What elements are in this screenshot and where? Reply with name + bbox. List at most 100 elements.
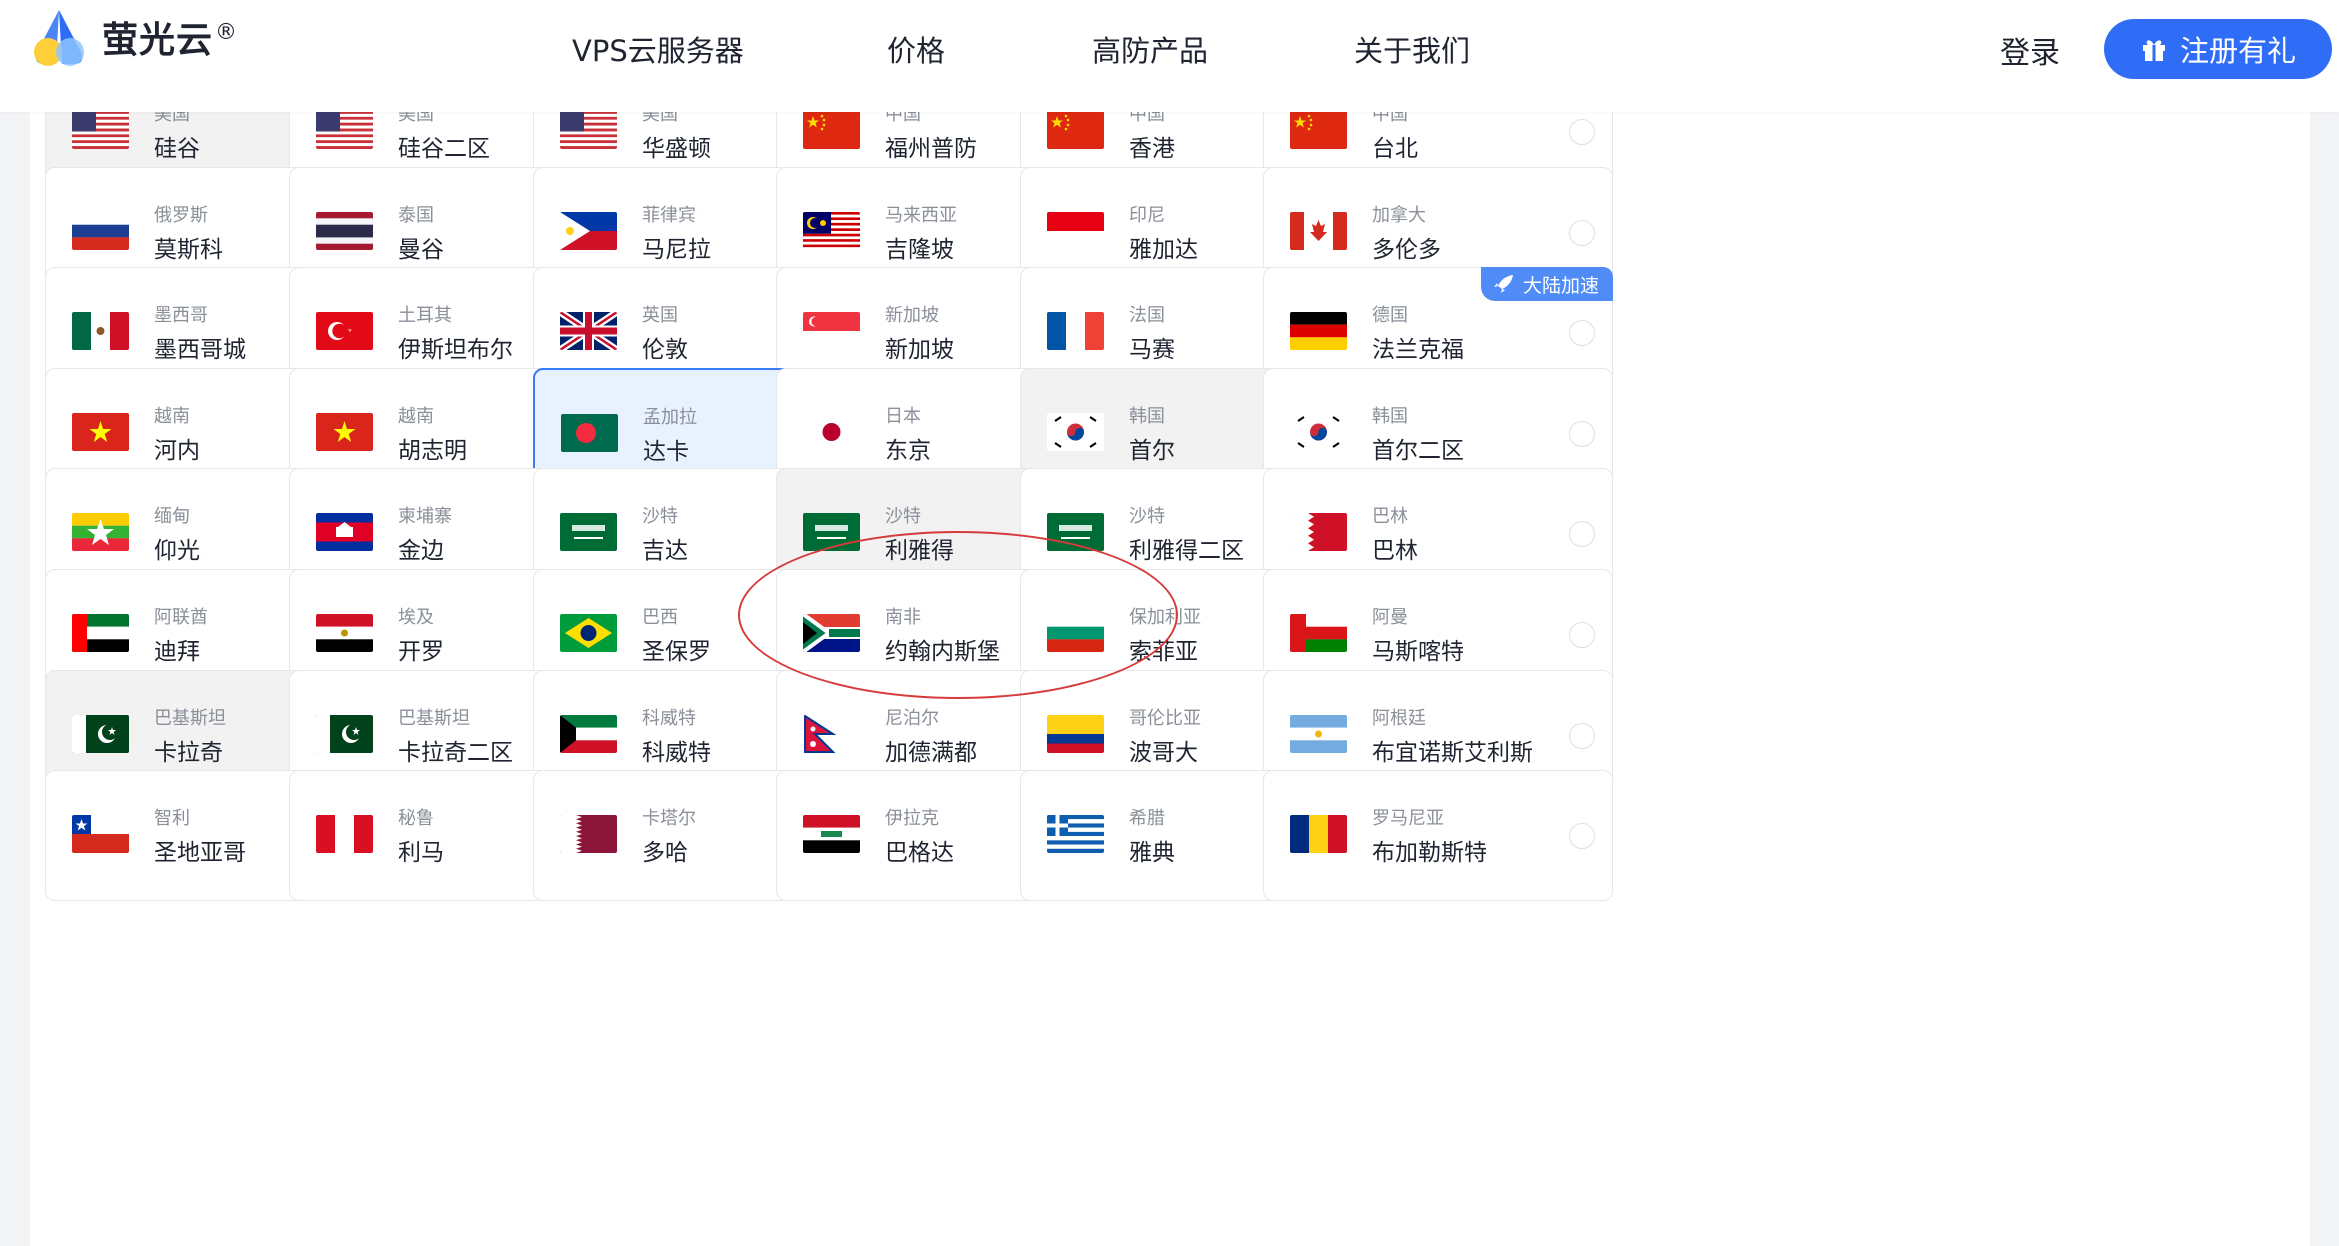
location-city: 墨西哥城 — [154, 337, 246, 363]
location-city: 马赛 — [1129, 337, 1175, 363]
flag-ca-icon — [1290, 212, 1347, 250]
location-country: 墨西哥 — [154, 305, 208, 326]
location-country: 中国 — [1372, 112, 1408, 125]
location-country: 罗马尼亚 — [1372, 808, 1444, 829]
location-city: 法兰克福 — [1372, 337, 1464, 363]
location-country: 越南 — [398, 406, 434, 427]
location-radio[interactable] — [1569, 119, 1595, 145]
location-country: 保加利亚 — [1129, 607, 1201, 628]
location-city: 东京 — [885, 438, 931, 464]
location-badge-speed: 大陆加速 — [1480, 267, 1613, 301]
location-country: 卡塔尔 — [642, 808, 696, 829]
register-button[interactable]: 注册有礼 — [2104, 19, 2332, 79]
nav-about[interactable]: 关于我们 — [1354, 28, 1470, 70]
flag-gr-icon — [1047, 815, 1104, 853]
location-country: 英国 — [642, 305, 678, 326]
location-country: 埃及 — [398, 607, 434, 628]
location-city: 吉达 — [642, 538, 688, 564]
location-city: 河内 — [154, 438, 200, 464]
location-city: 曼谷 — [398, 237, 444, 263]
location-country: 秘鲁 — [398, 808, 434, 829]
flag-br-icon — [560, 614, 617, 652]
flag-ru-icon — [72, 212, 129, 250]
location-country: 哥伦比亚 — [1129, 708, 1201, 729]
location-city: 雅典 — [1129, 840, 1175, 866]
location-country: 日本 — [885, 406, 921, 427]
location-country: 越南 — [154, 406, 190, 427]
flag-th-icon — [316, 212, 373, 250]
location-city: 雅加达 — [1129, 237, 1198, 263]
location-city: 仰光 — [154, 538, 200, 564]
location-country: 南非 — [885, 607, 921, 628]
flag-kh-icon — [316, 513, 373, 551]
flag-kr-icon — [1047, 413, 1104, 451]
location-city: 吉隆坡 — [885, 237, 954, 263]
location-country: 菲律宾 — [642, 205, 696, 226]
location-city: 马尼拉 — [642, 237, 711, 263]
flag-pk-icon — [72, 715, 129, 753]
location-city: 卡拉奇二区 — [398, 740, 513, 766]
location-city: 圣保罗 — [642, 639, 711, 665]
flag-my-icon — [803, 212, 860, 250]
flag-om-icon — [1290, 614, 1347, 652]
register-label: 注册有礼 — [2179, 34, 2296, 68]
location-city: 首尔 — [1129, 438, 1175, 464]
flag-cn-icon — [1047, 112, 1104, 149]
location-radio[interactable] — [1569, 622, 1595, 648]
flag-pe-icon — [316, 815, 373, 853]
location-radio[interactable] — [1569, 220, 1595, 246]
location-city: 利雅得二区 — [1129, 538, 1244, 564]
brand-logo[interactable]: 萤光云® — [26, 6, 238, 68]
location-city: 利马 — [398, 840, 444, 866]
flag-np-icon — [803, 715, 860, 753]
top-header: 萤光云® VPS云服务器 价格 高防产品 关于我们 登录 注册有礼 — [0, 0, 2339, 112]
location-country: 俄罗斯 — [154, 205, 208, 226]
flag-vn-icon — [316, 413, 373, 451]
flag-iq-icon — [803, 815, 860, 853]
location-country: 尼泊尔 — [885, 708, 939, 729]
location-country: 巴西 — [642, 607, 678, 628]
flag-us-icon — [560, 112, 617, 149]
location-city: 巴格达 — [885, 840, 954, 866]
flag-us-icon — [72, 112, 129, 149]
location-country: 沙特 — [885, 506, 921, 527]
login-link[interactable]: 登录 — [2000, 28, 2060, 72]
flag-cl-icon — [72, 815, 129, 853]
nav-vps[interactable]: VPS云服务器 — [572, 28, 744, 70]
location-city: 胡志明 — [398, 438, 467, 464]
location-city: 波哥大 — [1129, 740, 1198, 766]
location-country: 巴基斯坦 — [154, 708, 226, 729]
location-country: 中国 — [1129, 112, 1165, 125]
location-card[interactable]: 罗马尼亚 布加勒斯特 — [1263, 770, 1613, 901]
location-country: 美国 — [642, 112, 678, 125]
location-country: 阿曼 — [1372, 607, 1408, 628]
location-radio[interactable] — [1569, 823, 1595, 849]
location-country: 沙特 — [642, 506, 678, 527]
location-city: 香港 — [1129, 136, 1175, 162]
badge-label: 大陆加速 — [1522, 274, 1599, 297]
nav-ddos[interactable]: 高防产品 — [1092, 28, 1208, 70]
location-radio[interactable] — [1569, 320, 1595, 346]
location-country: 智利 — [154, 808, 190, 829]
flag-jp-icon — [803, 413, 860, 451]
nav-pricing[interactable]: 价格 — [887, 28, 945, 70]
location-city: 首尔二区 — [1372, 438, 1464, 464]
location-country: 科威特 — [642, 708, 696, 729]
gift-icon — [2142, 40, 2165, 61]
location-city: 达卡 — [643, 439, 689, 465]
flag-eg-icon — [316, 614, 373, 652]
location-city: 多哈 — [642, 840, 688, 866]
location-radio[interactable] — [1569, 521, 1595, 547]
location-radio[interactable] — [1569, 421, 1595, 447]
flag-kw-icon — [560, 715, 617, 753]
location-city: 华盛顿 — [642, 136, 711, 162]
flag-mx-icon — [72, 312, 129, 350]
flag-ar-icon — [1290, 715, 1347, 753]
flag-cn-icon — [803, 112, 860, 149]
flag-ph-icon — [560, 212, 617, 250]
location-city: 福州普防 — [885, 136, 977, 162]
location-city: 马斯喀特 — [1372, 639, 1464, 665]
flag-sg-icon — [803, 312, 860, 350]
location-country: 伊拉克 — [885, 808, 939, 829]
location-radio[interactable] — [1569, 723, 1595, 749]
